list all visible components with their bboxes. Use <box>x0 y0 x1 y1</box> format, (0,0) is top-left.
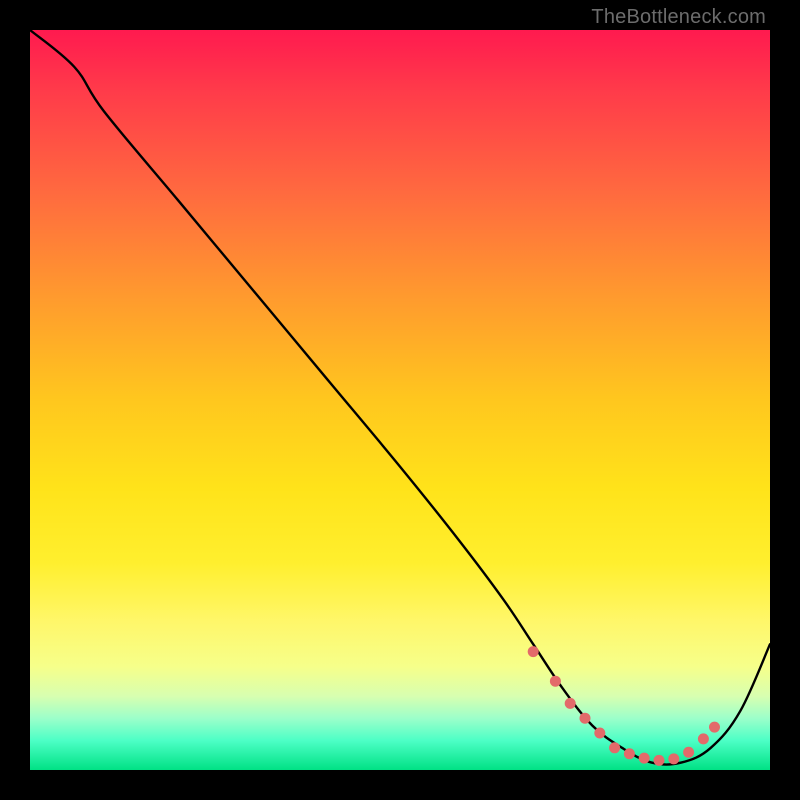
bottleneck-curve <box>30 30 770 765</box>
watermark-text: TheBottleneck.com <box>591 6 766 29</box>
valley-dot <box>565 698 576 709</box>
chart-frame <box>30 30 770 770</box>
valley-dot <box>709 722 720 733</box>
valley-dot <box>609 742 620 753</box>
valley-dot <box>683 747 694 758</box>
valley-dot <box>580 713 591 724</box>
valley-dot <box>698 733 709 744</box>
valley-dot <box>550 676 561 687</box>
valley-dot <box>528 646 539 657</box>
chart-svg <box>30 30 770 770</box>
valley-dot <box>624 748 635 759</box>
valley-dot <box>639 753 650 764</box>
valley-dot <box>654 755 665 766</box>
valley-dot <box>668 753 679 764</box>
valley-dot <box>594 728 605 739</box>
